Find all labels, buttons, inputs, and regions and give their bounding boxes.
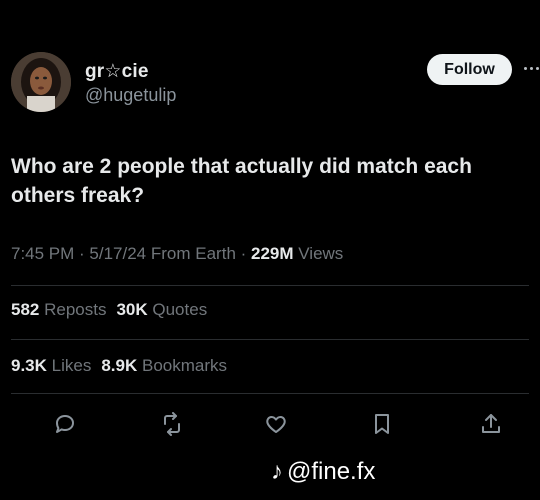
- likes-count: 9.3K: [11, 356, 47, 375]
- user-handle[interactable]: @hugetulip: [85, 85, 176, 106]
- tiktok-icon: ♪: [271, 458, 283, 485]
- tweet-detail: gr☆cie @hugetulip Follow Who are 2 peopl…: [0, 0, 540, 500]
- divider: [11, 339, 529, 340]
- bookmarks-label: Bookmarks: [137, 356, 228, 375]
- quotes-label: Quotes: [147, 300, 208, 319]
- bookmarks-count: 8.9K: [101, 356, 138, 375]
- bookmark-icon[interactable]: [368, 410, 396, 438]
- reposts-label: Reposts: [39, 300, 107, 319]
- likes-stat[interactable]: 9.3K Likes: [11, 356, 91, 376]
- divider: [11, 393, 529, 394]
- reply-icon[interactable]: [51, 410, 79, 438]
- divider: [11, 285, 529, 286]
- views-label: Views: [293, 244, 344, 263]
- more-dot: [535, 66, 539, 70]
- like-icon[interactable]: [262, 410, 290, 438]
- stats-row-reposts: 582 Reposts 30K Quotes: [11, 300, 217, 320]
- stats-row-likes: 9.3K Likes 8.9K Bookmarks: [11, 356, 237, 376]
- reposts-count: 582: [11, 300, 40, 319]
- tweet-text: Who are 2 people that actually did match…: [11, 155, 472, 207]
- tweet-metadata: 7:45 PM · 5/17/24 From Earth · 229M View…: [11, 244, 343, 264]
- bookmarks-stat[interactable]: 8.9K Bookmarks: [101, 356, 227, 376]
- likes-label: Likes: [46, 356, 92, 375]
- separator-dot: ·: [235, 244, 252, 263]
- reposts-stat[interactable]: 582 Reposts: [11, 300, 106, 320]
- views-count: 229M: [251, 244, 294, 263]
- follow-button[interactable]: Follow: [427, 54, 512, 85]
- more-options-icon[interactable]: [522, 54, 540, 82]
- tiktok-watermark: ♪ @fine.fx: [271, 458, 375, 486]
- repost-icon[interactable]: [158, 410, 186, 438]
- tweet-time[interactable]: 7:45 PM: [11, 244, 74, 263]
- tweet-date[interactable]: 5/17/24: [89, 244, 146, 263]
- avatar-image: [11, 52, 71, 112]
- watermark-text: @fine.fx: [287, 458, 376, 485]
- more-dot: [523, 66, 527, 70]
- more-dot: [529, 66, 533, 70]
- quotes-stat[interactable]: 30K Quotes: [116, 300, 207, 320]
- separator-dot: ·: [74, 244, 90, 263]
- share-icon[interactable]: [477, 410, 505, 438]
- action-bar: [0, 406, 540, 442]
- tweet-source: From Earth: [146, 244, 236, 263]
- avatar[interactable]: [11, 52, 71, 112]
- quotes-count: 30K: [116, 300, 148, 319]
- display-name[interactable]: gr☆cie: [85, 60, 149, 83]
